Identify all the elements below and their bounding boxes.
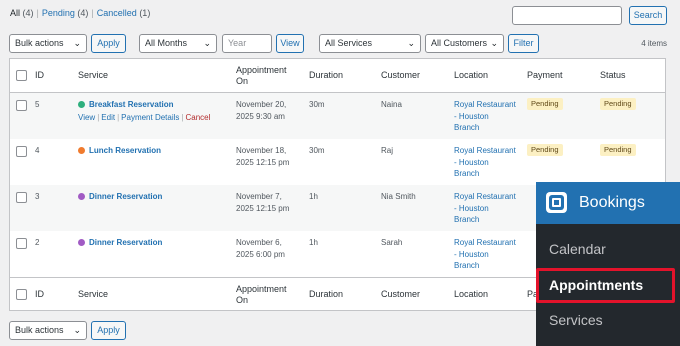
chevron-down-icon: ⌄ [407, 38, 415, 48]
view-cancelled[interactable]: Cancelled (1) [97, 8, 151, 18]
chevron-down-icon: ⌄ [490, 38, 498, 48]
col-customer[interactable]: Customer [381, 70, 420, 81]
service-color-dot [78, 147, 85, 154]
col-status: Status [600, 70, 626, 80]
col-service[interactable]: Service [78, 70, 108, 81]
row-customer[interactable]: Nia Smith [381, 191, 416, 203]
bulk-actions-select-bottom[interactable]: Bulk actions ⌄ [9, 321, 87, 340]
search-button[interactable]: Search [629, 6, 667, 25]
row-date: November 6, 2025 6:00 pm [236, 238, 285, 259]
row-location[interactable]: Royal Restaurant - Houston Branch [454, 99, 516, 134]
row-id: 3 [35, 192, 40, 201]
service-color-dot [78, 193, 85, 200]
row-id: 4 [35, 146, 40, 155]
col-duration: Duration [309, 289, 344, 299]
table-row: 5 Breakfast Reservation View | Edit | Paymen… [10, 93, 665, 139]
row-duration: 1h [309, 192, 318, 201]
row-location[interactable]: Royal Restaurant - Houston Branch [454, 145, 516, 180]
col-service[interactable]: Service [78, 289, 108, 300]
service-color-dot [78, 101, 85, 108]
row-id: 5 [35, 100, 40, 109]
view-button[interactable]: View [276, 34, 304, 53]
col-customer[interactable]: Customer [381, 289, 420, 300]
view-pending[interactable]: Pending (4) [42, 8, 89, 18]
row-service[interactable]: Dinner Reservation [78, 237, 162, 249]
months-select[interactable]: All Months ⌄ [139, 34, 217, 53]
row-service[interactable]: Lunch Reservation [78, 145, 161, 157]
services-select[interactable]: All Services ⌄ [319, 34, 421, 53]
bookings-admin-menu: Bookings Calendar Appointments Services [536, 182, 680, 346]
table-row: 4 Lunch Reservation November 18, 2025 12:… [10, 139, 665, 185]
col-id[interactable]: ID [35, 289, 44, 300]
service-color-dot [78, 239, 85, 246]
row-date: November 18, 2025 12:15 pm [236, 146, 290, 167]
col-duration: Duration [309, 70, 344, 80]
chevron-down-icon: ⌄ [73, 38, 81, 48]
row-customer[interactable]: Sarah [381, 237, 402, 249]
appointments-highlight [536, 268, 675, 303]
row-duration: 30m [309, 146, 325, 155]
row-duration: 30m [309, 100, 325, 109]
row-date: November 7, 2025 12:15 pm [236, 192, 290, 213]
row-date: November 20, 2025 9:30 am [236, 100, 287, 121]
bookings-menu-header[interactable]: Bookings [536, 182, 680, 224]
search-input[interactable] [512, 6, 622, 25]
col-payment: Payment [527, 70, 563, 80]
year-input[interactable]: Year [222, 34, 272, 53]
bulk-actions-select[interactable]: Bulk actions ⌄ [9, 34, 87, 53]
col-appointment-on[interactable]: Appointment On [236, 284, 287, 306]
status-badge: Pending [600, 144, 636, 156]
row-checkbox[interactable] [16, 192, 27, 203]
items-count: 4 items [641, 39, 667, 48]
bookings-menu-title: Bookings [579, 194, 645, 211]
chevron-down-icon: ⌄ [203, 38, 211, 48]
status-badge: Pending [600, 98, 636, 110]
view-link[interactable]: View [78, 113, 95, 122]
menu-item-calendar[interactable]: Calendar [549, 241, 606, 257]
col-location: Location [454, 70, 489, 80]
view-all[interactable]: All (4) [10, 8, 34, 18]
apply-button-bottom[interactable]: Apply [91, 321, 126, 340]
col-location: Location [454, 289, 489, 299]
select-all-checkbox[interactable] [16, 289, 27, 300]
row-service[interactable]: Dinner Reservation [78, 191, 162, 203]
apply-button[interactable]: Apply [91, 34, 126, 53]
edit-link[interactable]: Edit [101, 113, 115, 122]
row-actions: View | Edit | Payment Details | Cancel [78, 113, 211, 122]
row-location[interactable]: Royal Restaurant - Houston Branch [454, 237, 516, 272]
row-duration: 1h [309, 238, 318, 247]
payment-badge: Pending [527, 144, 563, 156]
filter-button[interactable]: Filter [508, 34, 539, 53]
payment-details-link[interactable]: Payment Details [121, 113, 179, 122]
select-all-checkbox[interactable] [16, 70, 27, 81]
payment-badge: Pending [527, 98, 563, 110]
chevron-down-icon: ⌄ [73, 325, 81, 335]
row-customer[interactable]: Raj [381, 145, 393, 157]
row-checkbox[interactable] [16, 238, 27, 249]
row-id: 2 [35, 238, 40, 247]
row-location[interactable]: Royal Restaurant - Houston Branch [454, 191, 516, 226]
row-customer[interactable]: Naina [381, 99, 402, 111]
row-service[interactable]: Breakfast Reservation [78, 99, 173, 111]
row-checkbox[interactable] [16, 146, 27, 157]
col-appointment-on[interactable]: Appointment On [236, 65, 287, 87]
table-header: ID Service Appointment On Duration Custom… [10, 59, 665, 93]
row-checkbox[interactable] [16, 100, 27, 111]
cancel-link[interactable]: Cancel [185, 113, 210, 122]
customers-select[interactable]: All Customers ⌄ [425, 34, 504, 53]
col-id[interactable]: ID [35, 70, 44, 81]
bookings-logo-icon [546, 192, 567, 213]
menu-item-services[interactable]: Services [549, 312, 603, 328]
status-views: All (4) | Pending (4) | Cancelled (1) [10, 8, 151, 18]
